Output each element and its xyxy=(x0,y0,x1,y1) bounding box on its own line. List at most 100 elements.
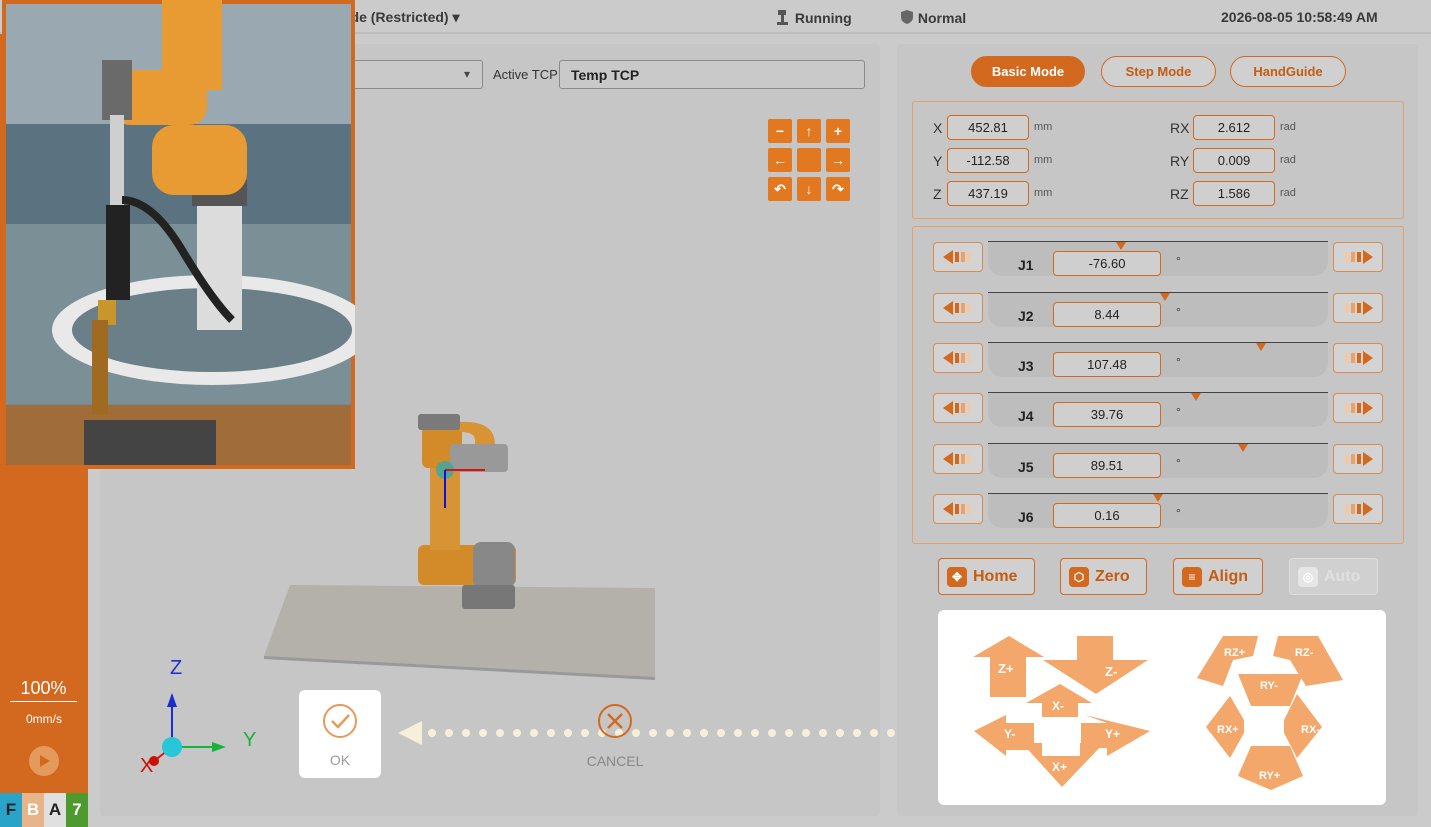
cancel-button[interactable]: CANCEL xyxy=(575,703,655,773)
active-tcp-input[interactable]: Temp TCP xyxy=(559,60,865,89)
rotate-left-icon[interactable]: ↶ xyxy=(768,177,792,201)
auto-button[interactable]: ◎ Auto xyxy=(1289,558,1378,595)
zoom-in-icon[interactable]: + xyxy=(826,119,850,143)
tile-b[interactable]: B xyxy=(22,793,44,827)
y-minus-button[interactable]: Y- xyxy=(1004,727,1015,741)
jog-arrows-graphic xyxy=(973,636,1343,790)
speed-velocity: 0mm/s xyxy=(26,712,62,726)
j3-unit: ° xyxy=(1176,355,1181,369)
view-up-icon[interactable]: ↑ xyxy=(797,119,821,143)
ry-field[interactable]: 0.009 xyxy=(1193,148,1275,173)
j3-minus-button[interactable] xyxy=(933,343,983,373)
j1-marker xyxy=(1116,242,1126,250)
y-unit: mm xyxy=(1034,154,1053,166)
x-label: X xyxy=(933,120,943,136)
y-label: Y xyxy=(933,153,943,169)
view-down-icon[interactable]: ↓ xyxy=(797,177,821,201)
rz-minus-button[interactable]: RZ- xyxy=(1295,647,1313,659)
j6-value[interactable]: 0.16 xyxy=(1053,503,1161,528)
j5-value[interactable]: 89.51 xyxy=(1053,453,1161,478)
axis-label-x: X xyxy=(140,755,154,777)
ry-plus-button[interactable]: RY+ xyxy=(1259,770,1280,782)
j4-plus-button[interactable] xyxy=(1333,393,1383,423)
j5-unit: ° xyxy=(1176,456,1181,470)
axis-label-y: Y xyxy=(243,729,257,751)
view-reset-icon[interactable] xyxy=(797,148,821,172)
cancel-icon xyxy=(598,704,632,738)
tab-step-mode[interactable]: Step Mode xyxy=(1101,56,1216,87)
j4-label: J4 xyxy=(1018,408,1034,424)
mode-selector[interactable]: ode (Restricted) ▾ xyxy=(342,9,460,26)
arrow-left-icon xyxy=(943,301,971,315)
ry-label: RY xyxy=(1170,153,1190,169)
rotate-right-icon[interactable]: ↷ xyxy=(826,177,850,201)
j1-minus-button[interactable] xyxy=(933,242,983,272)
j2-plus-button[interactable] xyxy=(1333,293,1383,323)
ry-minus-button[interactable]: RY- xyxy=(1260,680,1278,692)
j3-value[interactable]: 107.48 xyxy=(1053,352,1161,377)
rx-plus-button[interactable]: RX+ xyxy=(1217,724,1239,736)
j4-value[interactable]: 39.76 xyxy=(1053,402,1161,427)
j3-marker xyxy=(1256,343,1266,351)
j2-value[interactable]: 8.44 xyxy=(1053,302,1161,327)
j3-plus-button[interactable] xyxy=(1333,343,1383,373)
y-plus-button[interactable]: Y+ xyxy=(1105,727,1120,741)
arrow-left-icon xyxy=(943,502,971,516)
view-left-icon[interactable]: ← xyxy=(768,148,792,172)
home-button[interactable]: ✥ Home xyxy=(938,558,1035,595)
y-field[interactable]: -112.58 xyxy=(947,148,1029,173)
j5-minus-button[interactable] xyxy=(933,444,983,474)
arrow-right-icon xyxy=(1345,351,1373,365)
axis-label-z: Z xyxy=(170,657,183,679)
align-button[interactable]: ≡ Align xyxy=(1173,558,1263,595)
cancel-label: CANCEL xyxy=(586,753,644,769)
z-minus-button[interactable]: Z- xyxy=(1105,664,1117,679)
tile-f[interactable]: F xyxy=(0,793,22,827)
rx-field[interactable]: 2.612 xyxy=(1193,115,1275,140)
j1-label: J1 xyxy=(1018,257,1034,273)
j5-marker xyxy=(1238,444,1248,452)
ok-label: OK xyxy=(329,752,351,768)
j1-value[interactable]: -76.60 xyxy=(1053,251,1161,276)
j1-unit: ° xyxy=(1176,254,1181,268)
x-field[interactable]: 452.81 xyxy=(947,115,1029,140)
rz-field[interactable]: 1.586 xyxy=(1193,181,1275,206)
jog-pad: Z+ Z- X- X+ Y+ Y- RZ+ RZ- RY- RY+ RX+ RX… xyxy=(938,610,1386,805)
tab-basic-mode[interactable]: Basic Mode xyxy=(971,56,1085,87)
j5-plus-button[interactable] xyxy=(1333,444,1383,474)
rz-label: RZ xyxy=(1170,186,1189,202)
j1-plus-button[interactable] xyxy=(1333,242,1383,272)
tool-dropdown[interactable]: ▾ xyxy=(345,60,483,89)
shield-icon xyxy=(901,10,913,24)
zoom-out-icon[interactable]: − xyxy=(768,119,792,143)
rx-unit: rad xyxy=(1280,121,1296,133)
j6-minus-button[interactable] xyxy=(933,494,983,524)
z-field[interactable]: 437.19 xyxy=(947,181,1029,206)
play-button[interactable] xyxy=(29,746,59,776)
play-icon xyxy=(40,755,50,767)
j6-unit: ° xyxy=(1176,506,1181,520)
speed-percent[interactable]: 100% xyxy=(10,678,77,702)
zero-icon: ⬡ xyxy=(1069,566,1089,587)
tab-handguide[interactable]: HandGuide xyxy=(1230,56,1346,87)
arrow-right-icon xyxy=(1345,452,1373,466)
rx-label: RX xyxy=(1170,120,1190,136)
rx-minus-button[interactable]: RX- xyxy=(1301,724,1320,736)
z-plus-button[interactable]: Z+ xyxy=(998,661,1014,676)
zero-button[interactable]: ⬡ Zero xyxy=(1060,558,1147,595)
j3-label: J3 xyxy=(1018,358,1034,374)
j2-minus-button[interactable] xyxy=(933,293,983,323)
tile-a[interactable]: A xyxy=(44,793,66,827)
z-label: Z xyxy=(933,186,942,202)
rz-plus-button[interactable]: RZ+ xyxy=(1224,647,1245,659)
x-minus-button[interactable]: X- xyxy=(1052,699,1064,713)
robot-status-icon xyxy=(777,10,788,25)
j6-marker xyxy=(1153,494,1163,502)
tile-7[interactable]: 7 xyxy=(66,793,88,827)
z-unit: mm xyxy=(1034,187,1053,199)
ok-button[interactable]: OK xyxy=(299,690,381,778)
j6-plus-button[interactable] xyxy=(1333,494,1383,524)
x-plus-button[interactable]: X+ xyxy=(1052,760,1067,774)
j4-minus-button[interactable] xyxy=(933,393,983,423)
view-right-icon[interactable]: → xyxy=(826,148,850,172)
